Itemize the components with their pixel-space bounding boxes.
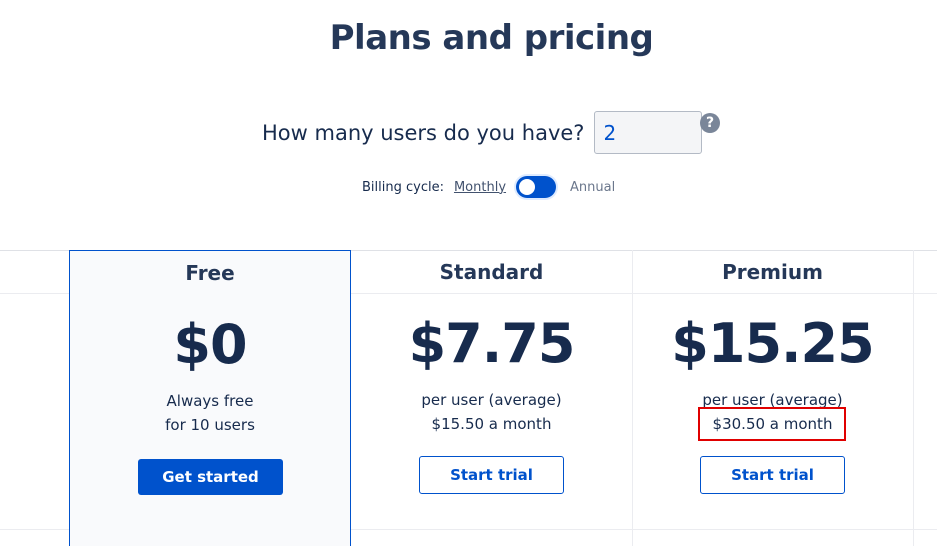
- plan-name: Standard: [439, 260, 544, 284]
- plan-card-free: Free $0 Always free for 10 users Get sta…: [69, 250, 351, 546]
- plan-price: $0: [173, 313, 247, 376]
- get-started-button[interactable]: Get started: [138, 459, 283, 495]
- plan-description: per user (average): [421, 391, 562, 409]
- plan-name: Free: [185, 261, 235, 285]
- billing-monthly-option[interactable]: Monthly: [454, 180, 506, 195]
- billing-cycle-label: Billing cycle:: [362, 179, 444, 195]
- column-divider: [913, 250, 914, 546]
- highlight-box: [698, 407, 846, 441]
- start-trial-button-premium[interactable]: Start trial: [700, 456, 845, 494]
- billing-annual-option[interactable]: Annual: [570, 180, 615, 195]
- toggle-knob: [519, 179, 536, 195]
- users-label: How many users do you have?: [262, 120, 585, 145]
- users-row: How many users do you have?: [262, 110, 703, 155]
- billing-cycle-row: Billing cycle: Monthly Annual: [362, 174, 615, 200]
- billing-cycle-toggle[interactable]: [516, 176, 557, 198]
- plan-price: $15.25: [671, 312, 874, 375]
- plan-card-standard: Standard $7.75 per user (average) $15.50…: [351, 250, 632, 546]
- start-trial-button-standard[interactable]: Start trial: [419, 456, 564, 494]
- plan-description-secondary: for 10 users: [165, 416, 255, 434]
- plan-description: Always free: [166, 392, 254, 410]
- plan-card-premium: Premium $15.25 per user (average) $30.50…: [632, 250, 913, 546]
- question-mark-circle-icon[interactable]: ?: [700, 113, 720, 133]
- plan-name: Premium: [722, 260, 823, 284]
- plan-monthly-total: $15.50 a month: [431, 415, 552, 433]
- plan-price: $7.75: [408, 312, 576, 375]
- users-count-input[interactable]: [594, 111, 703, 154]
- page-title: Plans and pricing: [329, 18, 654, 58]
